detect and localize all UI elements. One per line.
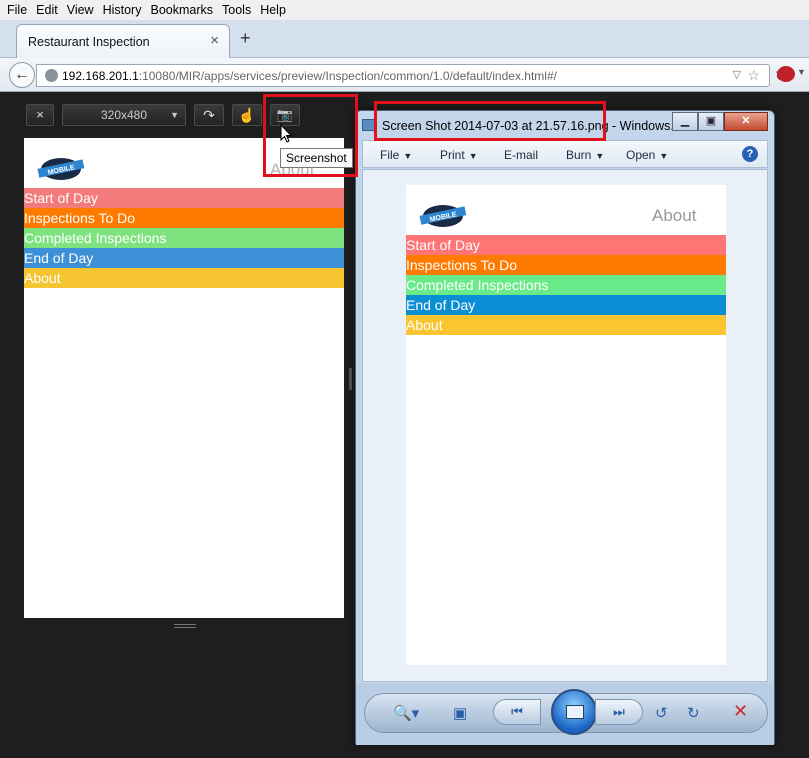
- chevron-down-icon: ▼: [659, 151, 669, 161]
- chevron-down-icon: ▼: [170, 110, 179, 120]
- shot-main-menu: Start of Day Inspections To Do Completed…: [406, 235, 726, 335]
- resolution-value: 320x480: [100, 108, 148, 122]
- app-logo: MOBILE: [37, 158, 85, 180]
- emulated-device-screen: MOBILE About Start of Day Inspections To…: [24, 138, 344, 618]
- chevron-down-icon: ▼: [403, 151, 413, 161]
- bookmark-star-icon[interactable]: ☆: [747, 67, 760, 84]
- navigation-bar: ← 192.168.201.1:10080/MIR/apps/services/…: [0, 58, 809, 92]
- addon-icon[interactable]: [777, 66, 795, 82]
- menu-item-completed-inspections[interactable]: Completed Inspections: [24, 228, 344, 248]
- menu-bookmarks[interactable]: Bookmarks: [150, 3, 213, 17]
- resolution-select[interactable]: 320x480 ▼: [62, 104, 186, 126]
- shot-menu-item-end-of-day: End of Day: [406, 295, 726, 315]
- touch-button[interactable]: ☝: [232, 104, 262, 126]
- device-resize-grip[interactable]: [174, 624, 196, 628]
- rotate-left-icon[interactable]: ↺: [655, 704, 668, 722]
- help-icon[interactable]: ?: [742, 146, 758, 162]
- new-tab-button[interactable]: +: [240, 28, 251, 49]
- rotate-right-icon[interactable]: ↻: [687, 704, 700, 722]
- next-button[interactable]: ⏭: [595, 699, 643, 725]
- window-controls: ▁ ▣ ✕: [672, 112, 768, 131]
- playback-controls: 🔍▾ ▣ ⏮ ⏭ ↺ ↻ ✕: [364, 689, 768, 735]
- photo-viewer-menubar: File ▼ Print ▼ E-mail Burn ▼ Open ▼ ?: [362, 140, 768, 168]
- app-main-menu: Start of Day Inspections To Do Completed…: [24, 188, 344, 288]
- shot-menu-item-completed-inspections: Completed Inspections: [406, 275, 726, 295]
- rotate-button[interactable]: ↷: [194, 104, 224, 126]
- panel-splitter[interactable]: [349, 368, 352, 390]
- delete-icon[interactable]: ✕: [733, 701, 748, 722]
- menu-item-about[interactable]: About: [24, 268, 344, 288]
- tab-close-icon[interactable]: ×: [210, 32, 219, 49]
- menu-file[interactable]: File: [7, 3, 27, 17]
- menu-history[interactable]: History: [103, 3, 142, 17]
- back-button[interactable]: ←: [9, 62, 35, 88]
- menu-view[interactable]: View: [67, 3, 94, 17]
- photo-viewer-canvas: MOBILE About Start of Day Inspections To…: [362, 169, 768, 682]
- addon-dropdown-icon[interactable]: ▼: [797, 67, 806, 77]
- maximize-button[interactable]: ▣: [698, 112, 724, 131]
- zoom-icon[interactable]: 🔍▾: [393, 704, 419, 722]
- menu-item-end-of-day[interactable]: End of Day: [24, 248, 344, 268]
- shot-menu-item-inspections-to-do: Inspections To Do: [406, 255, 726, 275]
- slideshow-button[interactable]: [551, 689, 597, 735]
- url-dropdown-icon[interactable]: ▽: [733, 68, 741, 81]
- chevron-down-icon: ▼: [595, 151, 605, 161]
- mouse-cursor-icon: [280, 124, 292, 143]
- shot-menu-item-start-of-day: Start of Day: [406, 235, 726, 255]
- browser-menubar: File Edit View History Bookmarks Tools H…: [0, 0, 809, 20]
- screenshot-image: MOBILE About Start of Day Inspections To…: [406, 185, 726, 665]
- menu-item-inspections-to-do[interactable]: Inspections To Do: [24, 208, 344, 228]
- pv-menu-burn[interactable]: Burn ▼: [566, 148, 604, 162]
- tab-strip: Restaurant Inspection × +: [0, 20, 809, 58]
- url-bar[interactable]: 192.168.201.1:10080/MIR/apps/services/pr…: [36, 64, 770, 87]
- menu-item-start-of-day[interactable]: Start of Day: [24, 188, 344, 208]
- shot-header-about: About: [652, 206, 697, 225]
- shot-menu-item-about: About: [406, 315, 726, 335]
- emulator-close-button[interactable]: ×: [26, 104, 54, 126]
- pv-menu-email[interactable]: E-mail: [504, 148, 538, 162]
- menu-help[interactable]: Help: [260, 3, 286, 17]
- screenshot-tooltip: Screenshot: [280, 148, 353, 168]
- globe-icon: [45, 69, 58, 82]
- chevron-down-icon: ▼: [468, 151, 478, 161]
- pv-menu-file[interactable]: File ▼: [380, 148, 412, 162]
- menu-edit[interactable]: Edit: [36, 3, 58, 17]
- app-logo: MOBILE: [419, 205, 467, 227]
- slideshow-icon: [566, 705, 584, 719]
- menu-tools[interactable]: Tools: [222, 3, 251, 17]
- photo-viewer-controls: 🔍▾ ▣ ⏮ ⏭ ↺ ↻ ✕: [356, 683, 774, 745]
- pv-menu-open[interactable]: Open ▼: [626, 148, 668, 162]
- close-window-button[interactable]: ✕: [724, 112, 768, 131]
- photo-viewer-window: Screen Shot 2014-07-03 at 21.57.16.png -…: [355, 110, 775, 745]
- minimize-button[interactable]: ▁: [672, 112, 698, 131]
- url-text: 192.168.201.1:10080/MIR/apps/services/pr…: [62, 69, 557, 83]
- tab-restaurant-inspection[interactable]: Restaurant Inspection ×: [16, 24, 230, 58]
- actual-size-icon[interactable]: ▣: [453, 704, 467, 722]
- tab-title: Restaurant Inspection: [28, 35, 150, 49]
- previous-button[interactable]: ⏮: [493, 699, 541, 725]
- pv-menu-print[interactable]: Print ▼: [440, 148, 478, 162]
- highlight-box-window-title: [374, 101, 606, 141]
